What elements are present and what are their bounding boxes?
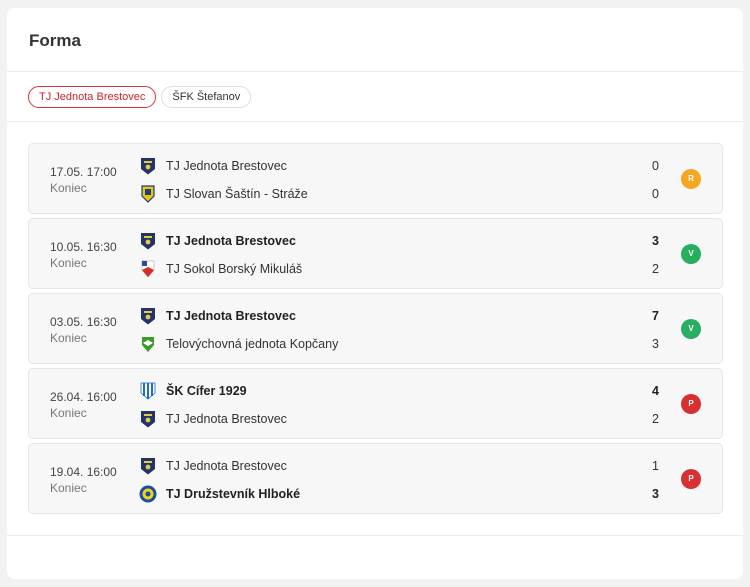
divider [7,71,743,72]
team-name: TJ Jednota Brestovec [166,234,296,248]
score: 4 [652,384,659,398]
score: 3 [652,487,659,501]
away-team: TJ Slovan Šaštín - Stráže 0 [139,185,659,203]
score: 7 [652,309,659,323]
result-badge-draw: R [681,169,701,189]
crest-kopcany-icon [142,337,154,352]
match-date: 10.05. 16:30 [50,240,117,254]
match-status: Koniec [50,406,87,420]
team-name: Telovýchovná jednota Kopčany [166,337,339,351]
form-widget: Forma TJ Jednota Brestovec ŠFK Štefanov … [7,8,743,579]
match-status: Koniec [50,331,87,345]
score: 2 [652,262,659,276]
away-team: Telovýchovná jednota Kopčany 3 [139,335,659,353]
home-team: TJ Jednota Brestovec 3 [139,232,659,250]
team-name: TJ Družstevník Hlboké [166,487,301,501]
crest-cifer-icon [140,382,156,400]
away-team: TJ Družstevník Hlboké 3 [139,485,659,503]
home-team: ŠK Cífer 1929 4 [139,382,659,400]
match-date: 19.04. 16:00 [50,465,117,479]
team-name: TJ Jednota Brestovec [166,412,287,426]
result-badge-win: V [681,319,701,339]
match-status: Koniec [50,481,87,495]
match-status: Koniec [50,256,87,270]
score: 3 [652,337,659,351]
tab-tj-jednota-brestovec[interactable]: TJ Jednota Brestovec [28,86,157,108]
crest-brestovec-icon [141,411,155,428]
match-date: 17.05. 17:00 [50,165,117,179]
score: 2 [652,412,659,426]
away-team: TJ Jednota Brestovec 2 [139,410,659,428]
crest-brestovec-icon [141,233,155,250]
score: 0 [652,159,659,173]
away-team: TJ Sokol Borský Mikuláš 2 [139,260,659,278]
divider [7,121,743,122]
score: 1 [652,459,659,473]
tab-sfk-stefanov[interactable]: ŠFK Štefanov [161,86,252,108]
crest-borsky-icon [141,260,155,278]
match-list: 17.05. 17:00 Koniec TJ Jednota Brestovec… [28,143,723,518]
match-row[interactable]: 17.05. 17:00 Koniec TJ Jednota Brestovec… [28,143,723,214]
team-tabs: TJ Jednota Brestovec ŠFK Štefanov [28,86,252,108]
crest-sastin-icon [141,185,155,203]
team-name: TJ Slovan Šaštín - Stráže [166,187,308,201]
result-badge-loss: P [681,469,701,489]
team-name: TJ Jednota Brestovec [166,309,296,323]
crest-hlboke-icon [139,485,157,503]
match-row[interactable]: 26.04. 16:00 Koniec ŠK Cífer 1929 4 TJ J… [28,368,723,439]
widget-title: Forma [29,31,81,50]
match-status: Koniec [50,181,87,195]
crest-brestovec-icon [141,158,155,175]
result-badge-loss: P [681,394,701,414]
team-name: TJ Sokol Borský Mikuláš [166,262,303,276]
home-team: TJ Jednota Brestovec 7 [139,307,659,325]
crest-brestovec-icon [141,458,155,475]
match-row[interactable]: 19.04. 16:00 Koniec TJ Jednota Brestovec… [28,443,723,514]
result-badge-win: V [681,244,701,264]
home-team: TJ Jednota Brestovec 0 [139,157,659,175]
match-row[interactable]: 10.05. 16:30 Koniec TJ Jednota Brestovec… [28,218,723,289]
home-team: TJ Jednota Brestovec 1 [139,457,659,475]
score: 3 [652,234,659,248]
crest-brestovec-icon [141,308,155,325]
score: 0 [652,187,659,201]
team-name: TJ Jednota Brestovec [166,159,287,173]
team-name: ŠK Cífer 1929 [166,384,247,398]
match-date: 03.05. 16:30 [50,315,117,329]
match-date: 26.04. 16:00 [50,390,117,404]
match-row[interactable]: 03.05. 16:30 Koniec TJ Jednota Brestovec… [28,293,723,364]
team-name: TJ Jednota Brestovec [166,459,287,473]
divider [7,535,743,536]
